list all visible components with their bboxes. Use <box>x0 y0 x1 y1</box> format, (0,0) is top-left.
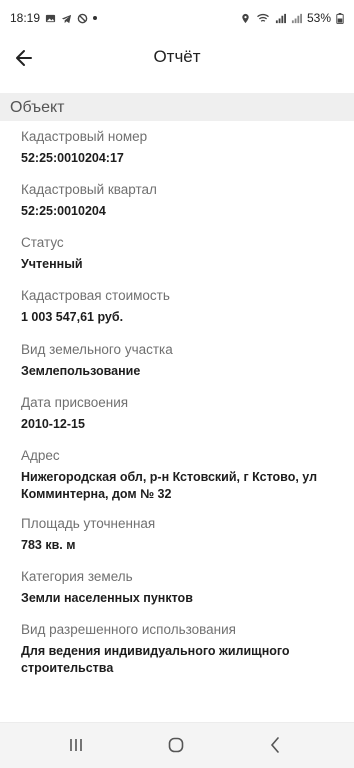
field-label: Площадь уточненная <box>21 516 156 531</box>
field-status: Статус Учтенный <box>21 235 341 273</box>
section-header: Объект <box>0 93 354 121</box>
field-label: Кадастровый квартал <box>21 182 157 197</box>
field-land-category: Категория земель Земли населенных пункто… <box>21 569 341 607</box>
field-value: Землепользование <box>21 364 141 378</box>
field-value: Для ведения индивидуального жилищного ст… <box>21 644 290 675</box>
status-time: 18:19 <box>10 11 41 25</box>
recent-apps-icon <box>70 739 82 751</box>
battery-icon <box>336 12 344 24</box>
gallery-icon <box>45 14 56 22</box>
field-land-type: Вид земельного участка Землепользование <box>21 342 341 380</box>
field-label: Вид разрешенного использования <box>21 622 236 637</box>
field-value: 2010-12-15 <box>21 417 85 431</box>
field-label: Адрес <box>21 448 60 463</box>
object-details: Кадастровый номер 52:25:0010204:17 Кадас… <box>0 121 354 721</box>
field-cadastral-quarter: Кадастровый квартал 52:25:0010204 <box>21 182 341 220</box>
location-icon <box>242 13 249 23</box>
nav-back-button[interactable] <box>260 733 290 757</box>
home-button[interactable] <box>161 733 191 757</box>
field-label: Кадастровый номер <box>21 129 148 144</box>
field-value: 52:25:0010204 <box>21 204 106 218</box>
status-left: 18:19 <box>10 11 98 25</box>
notification-dot-icon <box>93 16 98 20</box>
status-bar: 18:19 53% <box>0 0 354 36</box>
home-icon <box>168 737 184 753</box>
field-permitted-use: Вид разрешенного использования Для веден… <box>21 622 341 677</box>
battery-percent: 53% <box>306 11 331 25</box>
section-title: Объект <box>10 99 65 116</box>
wifi-icon <box>257 13 269 22</box>
system-nav-bar <box>0 722 354 768</box>
field-value: 783 кв. м <box>21 538 76 552</box>
telegram-icon <box>61 14 72 23</box>
field-label: Вид земельного участка <box>21 342 173 357</box>
field-label: Категория земель <box>21 569 133 584</box>
field-value: Нижегородская обл, р-н Кстовский, г Ксто… <box>21 470 318 501</box>
field-label: Статус <box>21 235 64 250</box>
app-bar: Отчёт <box>0 36 354 80</box>
field-label: Дата присвоения <box>21 395 129 410</box>
field-cadastral-number: Кадастровый номер 52:25:0010204:17 <box>21 129 341 167</box>
status-right: 53% <box>240 11 344 25</box>
nav-back-icon <box>270 737 279 753</box>
page-title: Отчёт <box>153 47 201 66</box>
signal-2-icon <box>291 13 302 23</box>
field-cadastral-value: Кадастровая стоимость 1 003 547,61 руб. <box>21 288 341 326</box>
field-value: Учтенный <box>21 257 83 271</box>
field-value: 1 003 547,61 руб. <box>21 310 124 324</box>
recent-apps-button[interactable] <box>61 733 91 757</box>
field-address: Адрес Нижегородская обл, р-н Кстовский, … <box>21 448 341 503</box>
field-value: Земли населенных пунктов <box>21 591 193 605</box>
field-specified-area: Площадь уточненная 783 кв. м <box>21 516 341 554</box>
blocked-icon <box>77 13 88 23</box>
signal-icon <box>275 13 286 23</box>
field-value: 52:25:0010204:17 <box>21 151 124 165</box>
field-label: Кадастровая стоимость <box>21 288 170 303</box>
field-assignment-date: Дата присвоения 2010-12-15 <box>21 395 341 433</box>
